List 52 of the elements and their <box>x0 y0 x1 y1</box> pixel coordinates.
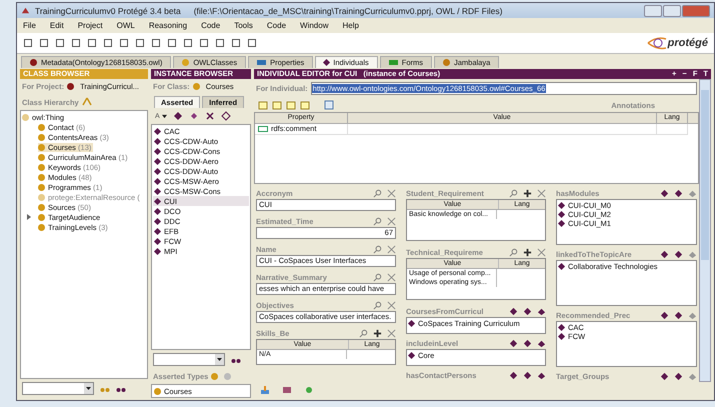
delete-icon[interactable] <box>204 111 215 121</box>
menu-item[interactable]: File <box>23 21 36 30</box>
menu-item[interactable]: Reasoning <box>148 21 188 30</box>
close-icon[interactable] <box>387 216 396 226</box>
close-icon[interactable] <box>387 300 396 310</box>
menu-item[interactable]: Window <box>300 21 328 30</box>
caret-icon[interactable] <box>84 383 93 394</box>
menu-item[interactable]: Tools <box>234 21 253 30</box>
search-icon[interactable] <box>373 216 382 226</box>
close-icon[interactable] <box>537 248 546 256</box>
close-icon[interactable] <box>387 188 396 198</box>
close-icon[interactable] <box>682 4 710 16</box>
class-icon <box>22 114 29 120</box>
diamond-icon[interactable] <box>172 111 183 121</box>
logo-icon <box>646 36 667 50</box>
app-icon <box>21 6 30 15</box>
scrollbar[interactable] <box>699 79 711 382</box>
close-icon[interactable] <box>537 188 546 198</box>
search-icon[interactable] <box>373 244 382 254</box>
menu-item[interactable]: OWL <box>116 21 135 30</box>
caret-icon[interactable] <box>215 354 224 365</box>
close-icon[interactable] <box>387 272 396 282</box>
file-path: (file:\F:\Orientacao_de_MSC\training\TrainingCurriculumv0.pprj, OWL / RDF Files) <box>194 6 502 16</box>
menu-item[interactable]: Code <box>201 21 220 30</box>
diamond-icon[interactable] <box>220 111 231 121</box>
menu-item[interactable]: Help <box>342 21 359 30</box>
search-field[interactable] <box>153 353 225 366</box>
search-field[interactable] <box>22 382 94 395</box>
add-icon[interactable] <box>373 328 382 338</box>
expand-icon[interactable] <box>26 214 32 220</box>
toolbar-icon[interactable] <box>324 100 334 110</box>
tray-icon[interactable] <box>260 385 270 395</box>
diamond-icon[interactable] <box>188 111 199 121</box>
minimize-icon[interactable] <box>644 4 662 16</box>
close-icon[interactable] <box>387 244 396 254</box>
maximize-icon[interactable] <box>663 4 681 16</box>
add-icon[interactable] <box>523 188 532 198</box>
search-icon[interactable] <box>359 328 368 338</box>
search-icon[interactable] <box>373 300 382 310</box>
search-icon[interactable] <box>509 248 518 256</box>
search-icon[interactable] <box>373 188 382 198</box>
search-icon[interactable] <box>509 188 518 198</box>
window-title: TrainingCurriculumv0 Protégé 3.4 beta <box>35 6 181 16</box>
project-icon <box>67 83 74 90</box>
logo: protégé <box>646 36 708 50</box>
menu-item[interactable]: Edit <box>50 21 64 30</box>
class-icon <box>192 83 200 90</box>
search-icon[interactable] <box>373 272 382 282</box>
close-icon[interactable] <box>387 328 396 338</box>
menu-item[interactable]: Project <box>78 21 103 30</box>
menu-item[interactable]: Code <box>266 21 286 30</box>
add-icon[interactable] <box>523 248 532 256</box>
